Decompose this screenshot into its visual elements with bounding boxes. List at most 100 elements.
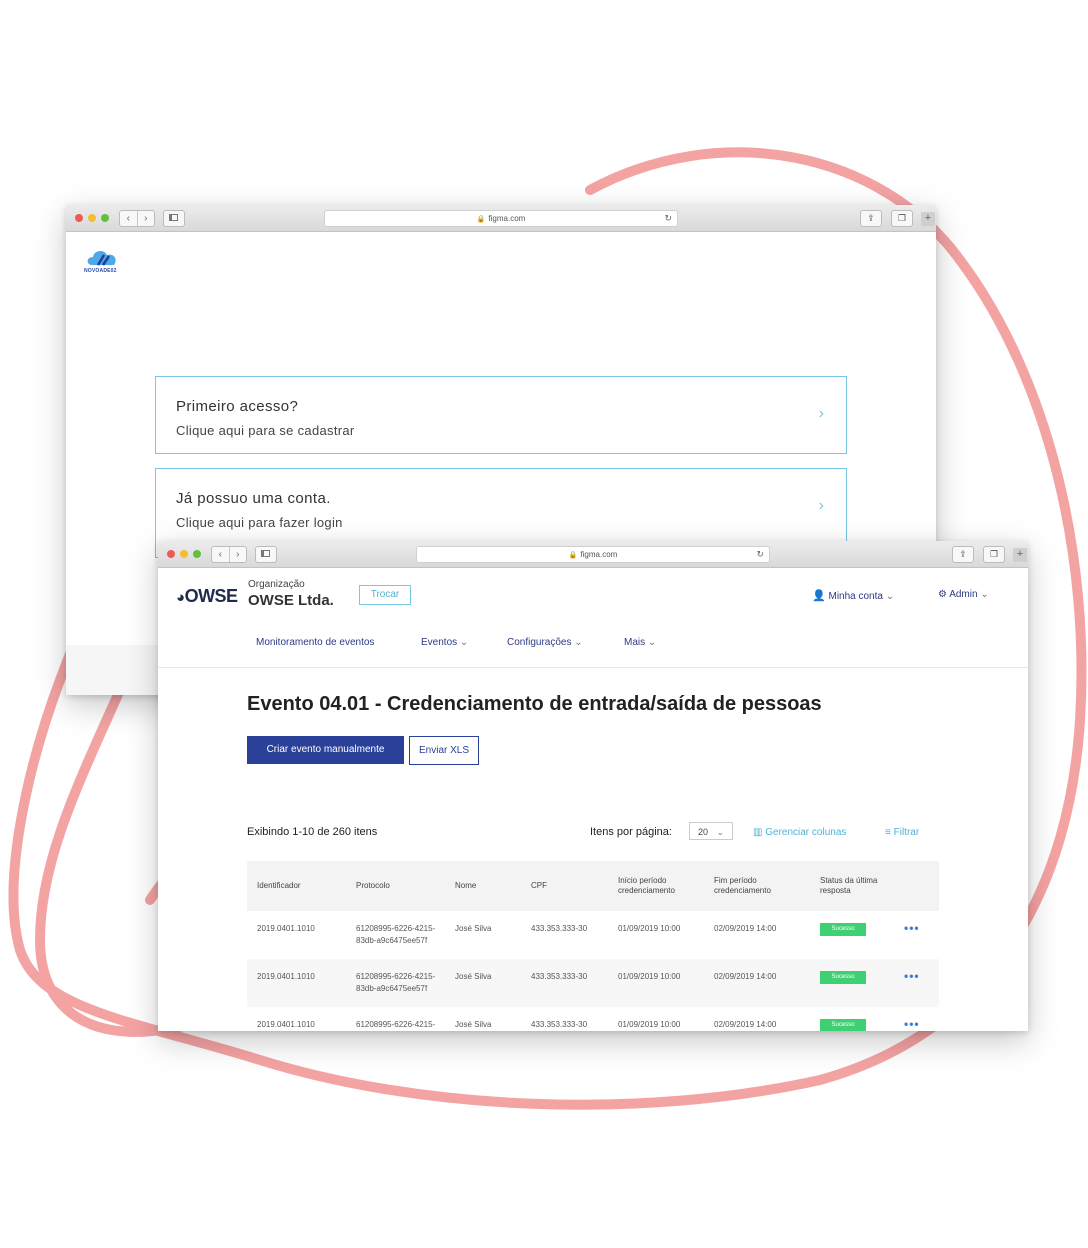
cell-start: 01/09/2019 10:00	[618, 1020, 681, 1029]
forward-arrow-icon[interactable]: ›	[136, 211, 155, 226]
cell-cpf: 433.353.333-30	[531, 972, 588, 981]
nav-settings[interactable]: Configurações ⌄	[507, 637, 583, 648]
share-icon[interactable]: ⇪	[952, 546, 974, 563]
new-tab-icon[interactable]: +	[1013, 548, 1027, 562]
tabs-icon[interactable]: ❐	[891, 210, 913, 227]
table-header: Identificador Protocolo Nome CPF Início …	[247, 861, 939, 911]
sidebar-toggle-icon[interactable]	[255, 546, 277, 563]
maximize-dot-icon[interactable]	[193, 550, 201, 558]
column-header[interactable]: Identificador	[257, 881, 301, 891]
browser-window-events: ‹ › 🔒 figma.com ↻ ⇪ ❐ + ◕OWSE Organização…	[158, 541, 1028, 1031]
more-options-icon[interactable]: •••	[904, 969, 920, 983]
chevron-down-icon: ⌄	[980, 589, 989, 600]
column-header[interactable]: Fim período credenciamento	[714, 876, 794, 896]
more-options-icon[interactable]: •••	[904, 921, 920, 935]
cell-end: 02/09/2019 14:00	[714, 1020, 777, 1029]
lock-icon: 🔒	[568, 552, 578, 559]
cell-protocol: 61208995-6226-4215- 83db-a9c6475ee57f	[356, 972, 436, 993]
table-row[interactable]: 2019.0401.1010 61208995-6226-4215- 83db-a…	[247, 959, 939, 1007]
browser-toolbar: ‹ › 🔒 figma.com ↻ ⇪ ❐ +	[158, 541, 1028, 568]
back-arrow-icon[interactable]: ‹	[212, 547, 229, 562]
address-bar[interactable]: 🔒 figma.com ↻	[416, 546, 770, 563]
sidebar-toggle-icon[interactable]	[163, 210, 185, 227]
cell-name: José Silva	[455, 972, 492, 981]
cell-id: 2019.0401.1010	[257, 972, 315, 981]
items-per-page-label: Itens por página:	[590, 826, 672, 838]
table-row[interactable]: 2019.0401.1010 61208995-6226-4215- José …	[247, 1007, 939, 1031]
nav-more[interactable]: Mais ⌄	[624, 637, 656, 648]
history-buttons: ‹ ›	[119, 210, 155, 227]
cell-end: 02/09/2019 14:00	[714, 924, 777, 933]
close-dot-icon[interactable]	[167, 550, 175, 558]
items-per-page-select[interactable]: 20 ⌄	[689, 822, 733, 840]
card-subtitle: Clique aqui para se cadastrar	[176, 423, 355, 438]
chevron-down-icon: ⌄	[571, 637, 583, 648]
create-event-button[interactable]: Criar evento manualmente	[247, 736, 404, 764]
cell-id: 2019.0401.1010	[257, 1020, 315, 1029]
cell-name: José Silva	[455, 924, 492, 933]
chevron-right-icon: ›	[818, 497, 824, 514]
forward-arrow-icon[interactable]: ›	[228, 547, 247, 562]
share-icon[interactable]: ⇪	[860, 210, 882, 227]
cell-start: 01/09/2019 10:00	[618, 972, 681, 981]
reload-icon[interactable]: ↻	[664, 211, 672, 226]
column-header[interactable]: Início período credenciamento	[618, 876, 698, 896]
cell-id: 2019.0401.1010	[257, 924, 315, 933]
user-icon: 👤	[812, 590, 826, 602]
table-row[interactable]: 2019.0401.1010 61208995-6226-4215- 83db-a…	[247, 911, 939, 959]
manage-columns-link[interactable]: ▥ Gerenciar colunas	[753, 827, 846, 838]
chevron-right-icon: ›	[818, 405, 824, 422]
tabs-icon[interactable]: ❐	[983, 546, 1005, 563]
status-badge: Sucesso	[820, 1019, 866, 1031]
chevron-down-icon: ⌄	[457, 637, 469, 648]
lock-icon: 🔒	[476, 216, 486, 223]
admin-menu[interactable]: ⚙ Admin ⌄	[938, 589, 989, 600]
organization-name: OWSE Ltda.	[248, 592, 334, 609]
filter-link[interactable]: ≡ Filtrar	[885, 827, 919, 838]
cell-protocol: 61208995-6226-4215- 83db-a9c6475ee57f	[356, 924, 436, 945]
owse-logo: ◕OWSE	[176, 586, 238, 606]
gear-icon: ⚙	[938, 589, 947, 600]
pagination-summary: Exibindo 1-10 de 260 itens	[247, 826, 378, 838]
card-subtitle: Clique aqui para fazer login	[176, 515, 343, 530]
cell-start: 01/09/2019 10:00	[618, 924, 681, 933]
card-title: Já possuo uma conta.	[176, 490, 331, 507]
globe-icon: ◕	[176, 589, 185, 606]
column-header[interactable]: Protocolo	[356, 881, 390, 891]
upload-xls-button[interactable]: Enviar XLS	[409, 736, 479, 765]
address-bar[interactable]: 🔒 figma.com ↻	[324, 210, 678, 227]
more-options-icon[interactable]: •••	[904, 1017, 920, 1031]
browser-toolbar: ‹ › 🔒 figma.com ↻ ⇪ ❐ +	[66, 205, 936, 232]
close-dot-icon[interactable]	[75, 214, 83, 222]
minimize-dot-icon[interactable]	[180, 550, 188, 558]
page-title: Evento 04.01 - Credenciamento de entrada…	[247, 693, 822, 715]
logo-text: NOVOADE02	[84, 268, 117, 274]
switch-organization-button[interactable]: Trocar	[359, 585, 411, 605]
nav-divider	[158, 667, 1028, 668]
chevron-down-icon: ⌄	[885, 591, 895, 602]
back-arrow-icon[interactable]: ‹	[120, 211, 137, 226]
cell-protocol: 61208995-6226-4215-	[356, 1020, 436, 1029]
maximize-dot-icon[interactable]	[101, 214, 109, 222]
my-account-menu[interactable]: 👤 Minha conta ⌄	[812, 589, 894, 602]
new-tab-icon[interactable]: +	[921, 212, 935, 226]
chevron-down-icon: ⌄	[645, 637, 657, 648]
first-access-card[interactable]: Primeiro acesso? Clique aqui para se cad…	[155, 376, 847, 454]
reload-icon[interactable]: ↻	[756, 547, 764, 562]
status-badge: Sucesso	[820, 971, 866, 984]
column-header[interactable]: Status da última resposta	[820, 876, 900, 896]
columns-icon: ▥	[753, 827, 763, 838]
cell-cpf: 433.353.333-30	[531, 924, 588, 933]
minimize-dot-icon[interactable]	[88, 214, 96, 222]
cell-name: José Silva	[455, 1020, 492, 1029]
history-buttons: ‹ ›	[211, 546, 247, 563]
organization-label: Organização	[248, 579, 305, 590]
nav-monitoring[interactable]: Monitoramento de eventos	[256, 637, 374, 648]
column-header[interactable]: CPF	[531, 881, 547, 891]
status-badge: Sucesso	[820, 923, 866, 936]
card-title: Primeiro acesso?	[176, 398, 299, 415]
cell-end: 02/09/2019 14:00	[714, 972, 777, 981]
cell-cpf: 433.353.333-30	[531, 1020, 588, 1029]
nav-events[interactable]: Eventos ⌄	[421, 637, 468, 648]
column-header[interactable]: Nome	[455, 881, 476, 891]
